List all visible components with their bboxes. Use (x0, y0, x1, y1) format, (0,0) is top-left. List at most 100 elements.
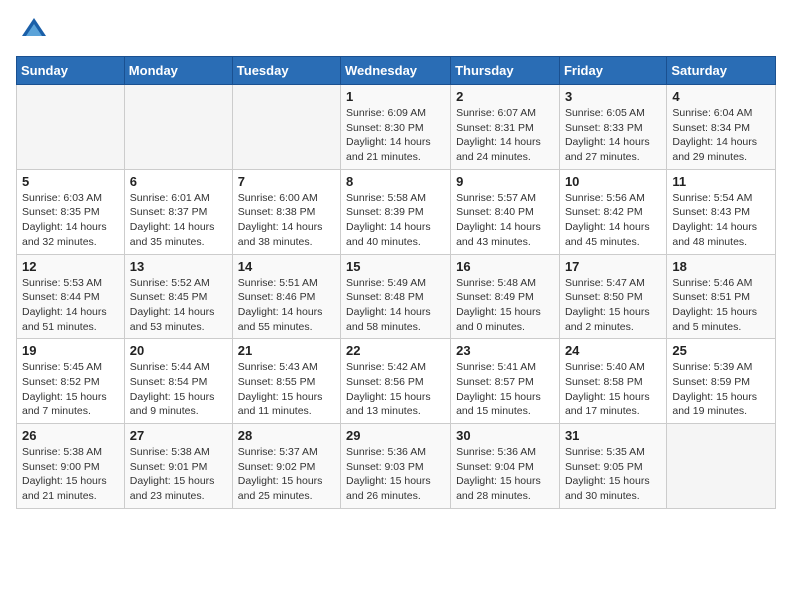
calendar-cell: 28Sunrise: 5:37 AM Sunset: 9:02 PM Dayli… (232, 424, 340, 509)
calendar-cell: 27 Sunrise: 5:38 AM Sunset: 9:01 PM Dayli… (124, 424, 232, 509)
calendar-cell (17, 85, 125, 170)
calendar-cell: 10Sunrise: 5:56 AM Sunset: 8:42 PM Dayli… (559, 169, 666, 254)
day-info: Sunrise: 5:41 AM Sunset: 8:57 PM Dayligh… (456, 360, 554, 419)
calendar-cell: 13 Sunrise: 5:52 AM Sunset: 8:45 PM Dayli… (124, 254, 232, 339)
weekday-header-sunday: Sunday (17, 57, 125, 85)
day-number: 23 (456, 343, 554, 358)
day-info: Sunrise: 5:38 AM Sunset: 9:01 PM Dayligh… (130, 445, 227, 504)
calendar-cell: 16 Sunrise: 5:48 AM Sunset: 8:49 PM Dayli… (451, 254, 560, 339)
day-number: 27 (130, 428, 227, 443)
week-row-1: 1Sunrise: 6:09 AM Sunset: 8:30 PM Daylig… (17, 85, 776, 170)
day-number: 15 (346, 259, 445, 274)
day-number: 13 (130, 259, 227, 274)
day-number: 21 (238, 343, 335, 358)
calendar-cell: 11 Sunrise: 5:54 AM Sunset: 8:43 PM Dayli… (667, 169, 776, 254)
day-number: 20 (130, 343, 227, 358)
week-row-4: 19 Sunrise: 5:45 AM Sunset: 8:52 PM Dayli… (17, 339, 776, 424)
logo-icon (20, 16, 48, 44)
calendar-cell: 4Sunrise: 6:04 AM Sunset: 8:34 PM Daylig… (667, 85, 776, 170)
day-info: Sunrise: 5:45 AM Sunset: 8:52 PM Dayligh… (22, 360, 119, 419)
weekday-header-wednesday: Wednesday (341, 57, 451, 85)
day-number: 6 (130, 174, 227, 189)
calendar-table: SundayMondayTuesdayWednesdayThursdayFrid… (16, 56, 776, 509)
calendar-cell: 29 Sunrise: 5:36 AM Sunset: 9:03 PM Dayli… (341, 424, 451, 509)
calendar-cell: 2 Sunrise: 6:07 AM Sunset: 8:31 PM Daylig… (451, 85, 560, 170)
day-number: 3 (565, 89, 661, 104)
week-row-5: 26 Sunrise: 5:38 AM Sunset: 9:00 PM Dayli… (17, 424, 776, 509)
day-number: 28 (238, 428, 335, 443)
day-info: Sunrise: 6:03 AM Sunset: 8:35 PM Dayligh… (22, 191, 119, 250)
calendar-cell: 30 Sunrise: 5:36 AM Sunset: 9:04 PM Dayli… (451, 424, 560, 509)
day-info: Sunrise: 5:43 AM Sunset: 8:55 PM Dayligh… (238, 360, 335, 419)
day-number: 19 (22, 343, 119, 358)
weekday-header-thursday: Thursday (451, 57, 560, 85)
calendar-cell (124, 85, 232, 170)
calendar-cell: 5Sunrise: 6:03 AM Sunset: 8:35 PM Daylig… (17, 169, 125, 254)
day-number: 29 (346, 428, 445, 443)
day-info: Sunrise: 5:47 AM Sunset: 8:50 PM Dayligh… (565, 276, 661, 335)
calendar-cell: 21 Sunrise: 5:43 AM Sunset: 8:55 PM Dayli… (232, 339, 340, 424)
weekday-header-monday: Monday (124, 57, 232, 85)
calendar-cell: 22Sunrise: 5:42 AM Sunset: 8:56 PM Dayli… (341, 339, 451, 424)
weekday-header-friday: Friday (559, 57, 666, 85)
day-number: 16 (456, 259, 554, 274)
calendar-cell: 23 Sunrise: 5:41 AM Sunset: 8:57 PM Dayli… (451, 339, 560, 424)
week-row-3: 12 Sunrise: 5:53 AM Sunset: 8:44 PM Dayli… (17, 254, 776, 339)
day-number: 18 (672, 259, 770, 274)
day-info: Sunrise: 5:52 AM Sunset: 8:45 PM Dayligh… (130, 276, 227, 335)
day-info: Sunrise: 5:48 AM Sunset: 8:49 PM Dayligh… (456, 276, 554, 335)
day-number: 17 (565, 259, 661, 274)
calendar-cell: 31 Sunrise: 5:35 AM Sunset: 9:05 PM Dayli… (559, 424, 666, 509)
day-info: Sunrise: 5:39 AM Sunset: 8:59 PM Dayligh… (672, 360, 770, 419)
day-number: 25 (672, 343, 770, 358)
day-info: Sunrise: 5:53 AM Sunset: 8:44 PM Dayligh… (22, 276, 119, 335)
week-row-2: 5Sunrise: 6:03 AM Sunset: 8:35 PM Daylig… (17, 169, 776, 254)
logo (16, 16, 48, 44)
calendar-cell: 9Sunrise: 5:57 AM Sunset: 8:40 PM Daylig… (451, 169, 560, 254)
calendar-cell: 7 Sunrise: 6:00 AM Sunset: 8:38 PM Daylig… (232, 169, 340, 254)
day-info: Sunrise: 5:35 AM Sunset: 9:05 PM Dayligh… (565, 445, 661, 504)
day-number: 22 (346, 343, 445, 358)
calendar-cell: 15Sunrise: 5:49 AM Sunset: 8:48 PM Dayli… (341, 254, 451, 339)
day-number: 8 (346, 174, 445, 189)
day-number: 7 (238, 174, 335, 189)
day-info: Sunrise: 5:36 AM Sunset: 9:04 PM Dayligh… (456, 445, 554, 504)
day-info: Sunrise: 5:58 AM Sunset: 8:39 PM Dayligh… (346, 191, 445, 250)
calendar-cell (232, 85, 340, 170)
day-info: Sunrise: 5:40 AM Sunset: 8:58 PM Dayligh… (565, 360, 661, 419)
day-number: 31 (565, 428, 661, 443)
day-info: Sunrise: 6:07 AM Sunset: 8:31 PM Dayligh… (456, 106, 554, 165)
day-info: Sunrise: 5:51 AM Sunset: 8:46 PM Dayligh… (238, 276, 335, 335)
calendar-cell: 12 Sunrise: 5:53 AM Sunset: 8:44 PM Dayli… (17, 254, 125, 339)
day-number: 30 (456, 428, 554, 443)
day-number: 12 (22, 259, 119, 274)
day-number: 26 (22, 428, 119, 443)
day-info: Sunrise: 5:38 AM Sunset: 9:00 PM Dayligh… (22, 445, 119, 504)
calendar-cell: 25 Sunrise: 5:39 AM Sunset: 8:59 PM Dayli… (667, 339, 776, 424)
day-info: Sunrise: 5:44 AM Sunset: 8:54 PM Dayligh… (130, 360, 227, 419)
day-number: 2 (456, 89, 554, 104)
day-info: Sunrise: 5:57 AM Sunset: 8:40 PM Dayligh… (456, 191, 554, 250)
calendar-cell: 1Sunrise: 6:09 AM Sunset: 8:30 PM Daylig… (341, 85, 451, 170)
day-info: Sunrise: 5:46 AM Sunset: 8:51 PM Dayligh… (672, 276, 770, 335)
calendar-cell: 24Sunrise: 5:40 AM Sunset: 8:58 PM Dayli… (559, 339, 666, 424)
day-info: Sunrise: 5:36 AM Sunset: 9:03 PM Dayligh… (346, 445, 445, 504)
calendar-cell: 26 Sunrise: 5:38 AM Sunset: 9:00 PM Dayli… (17, 424, 125, 509)
day-number: 1 (346, 89, 445, 104)
calendar-cell: 17 Sunrise: 5:47 AM Sunset: 8:50 PM Dayli… (559, 254, 666, 339)
calendar-cell (667, 424, 776, 509)
page-header (16, 16, 776, 44)
day-info: Sunrise: 6:05 AM Sunset: 8:33 PM Dayligh… (565, 106, 661, 165)
calendar-cell: 14Sunrise: 5:51 AM Sunset: 8:46 PM Dayli… (232, 254, 340, 339)
day-number: 4 (672, 89, 770, 104)
calendar-cell: 3 Sunrise: 6:05 AM Sunset: 8:33 PM Daylig… (559, 85, 666, 170)
weekday-header-row: SundayMondayTuesdayWednesdayThursdayFrid… (17, 57, 776, 85)
day-info: Sunrise: 6:00 AM Sunset: 8:38 PM Dayligh… (238, 191, 335, 250)
day-number: 10 (565, 174, 661, 189)
day-info: Sunrise: 6:01 AM Sunset: 8:37 PM Dayligh… (130, 191, 227, 250)
day-number: 11 (672, 174, 770, 189)
calendar-cell: 18 Sunrise: 5:46 AM Sunset: 8:51 PM Dayli… (667, 254, 776, 339)
calendar-cell: 6 Sunrise: 6:01 AM Sunset: 8:37 PM Daylig… (124, 169, 232, 254)
day-info: Sunrise: 5:54 AM Sunset: 8:43 PM Dayligh… (672, 191, 770, 250)
calendar-cell: 20 Sunrise: 5:44 AM Sunset: 8:54 PM Dayli… (124, 339, 232, 424)
